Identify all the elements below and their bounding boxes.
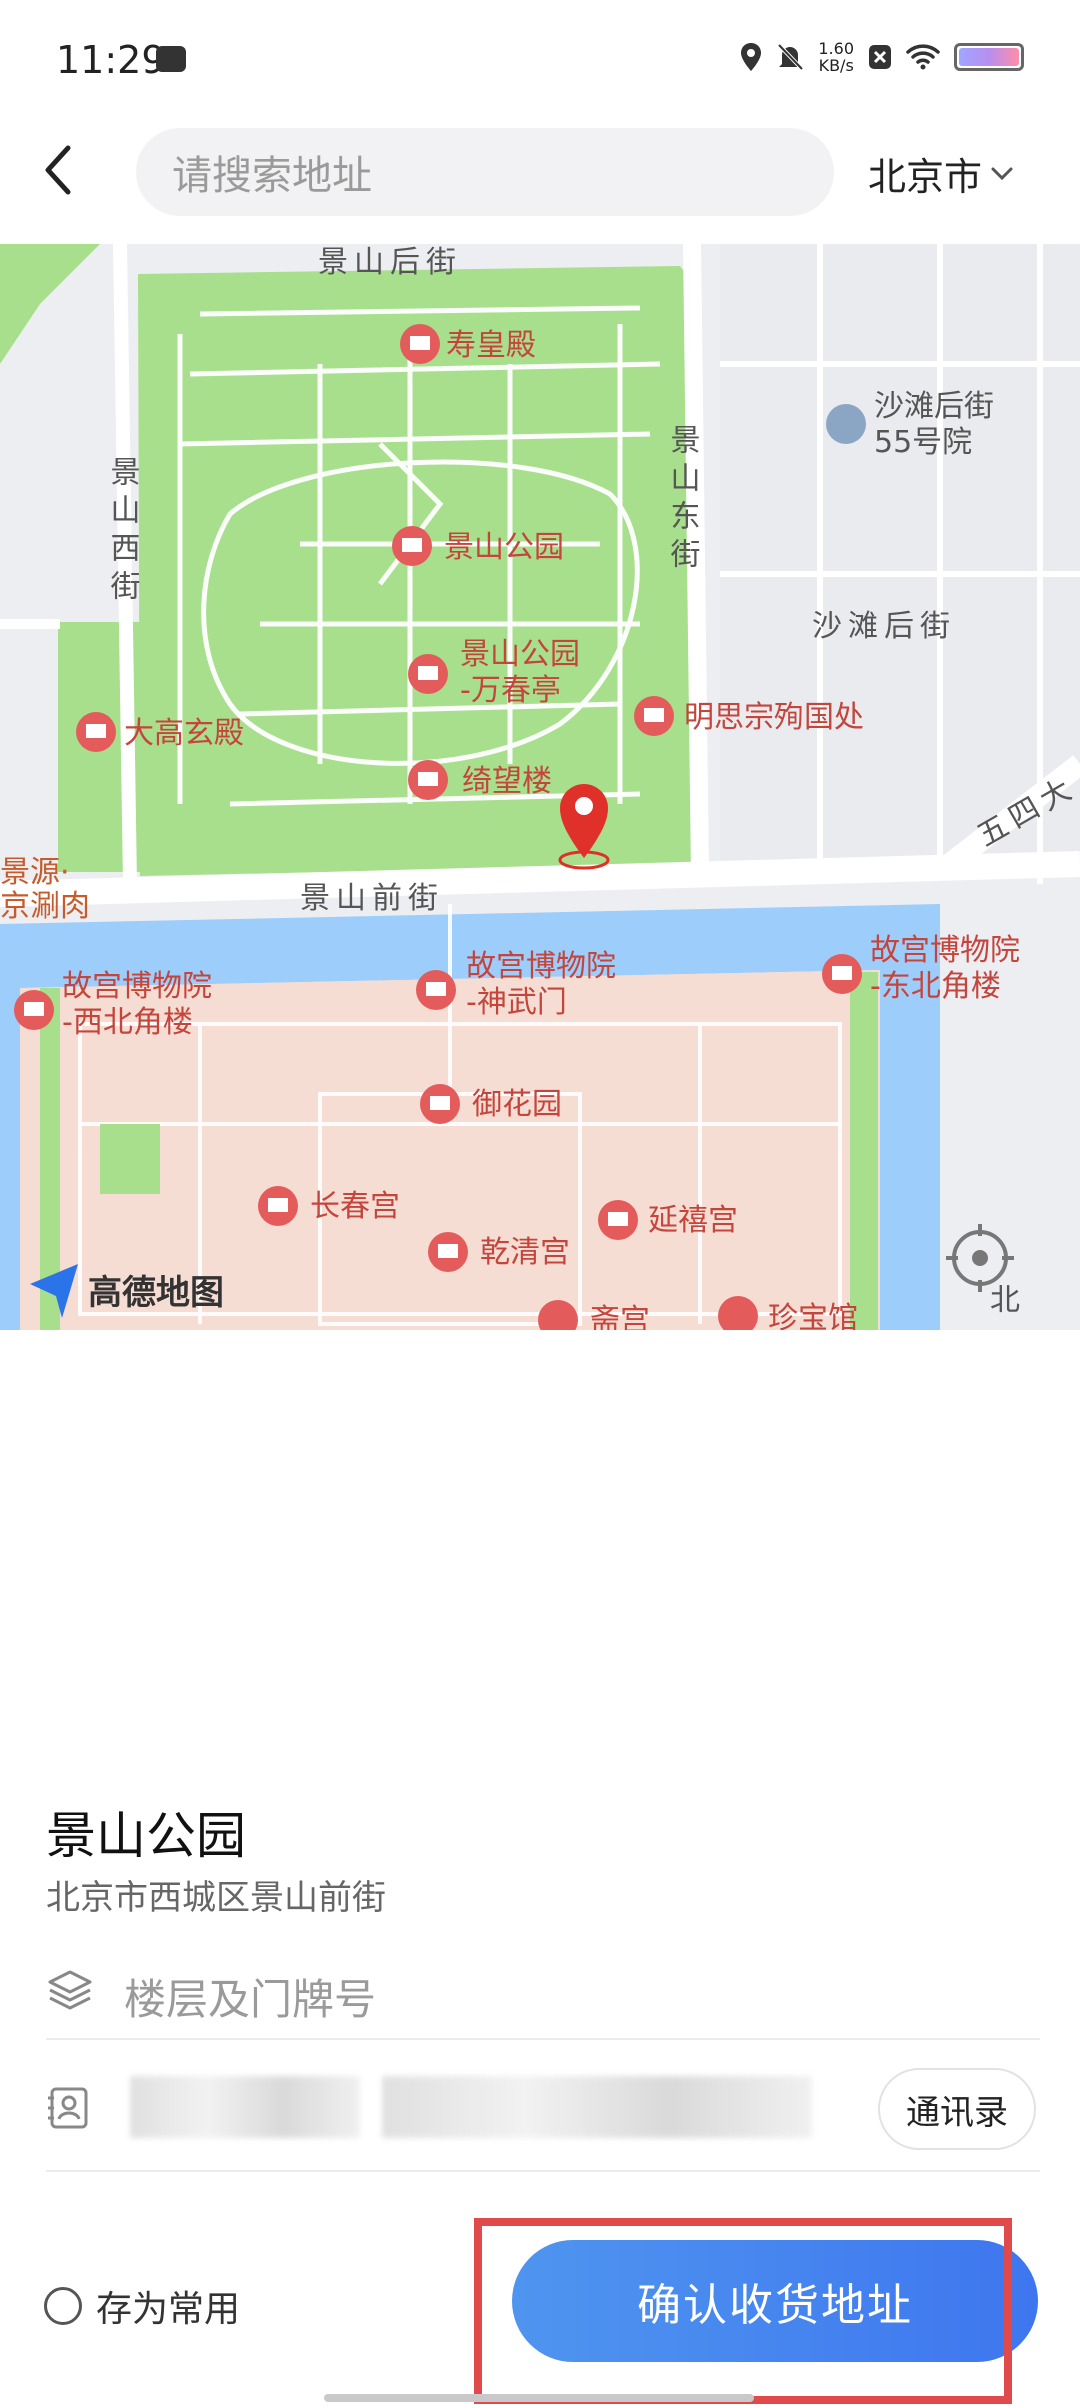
place-name: 景山公园 (46, 1807, 246, 1865)
poi-label: 景山公园 (444, 530, 564, 565)
poi-label: 御花园 (472, 1087, 562, 1122)
street-jingshan-xi: 景山西街 (105, 456, 141, 608)
save-radio[interactable] (44, 2287, 82, 2325)
network-speed: 1.60 KB/s (818, 40, 854, 74)
redacted-contact-name (130, 2076, 360, 2138)
save-as-favorite[interactable]: 存为常用 (44, 2280, 240, 2332)
status-icons: 1.60 KB/s (740, 40, 1024, 74)
layers-icon (48, 1970, 92, 2010)
status-time: 11:29 (56, 38, 166, 82)
message-icon (156, 46, 186, 72)
poi-label: 延禧宫 (648, 1203, 738, 1238)
amap-brand-text: 高德地图 (88, 1273, 224, 1313)
back-button[interactable] (38, 140, 108, 240)
poi-label: 故宫博物院 (466, 949, 616, 984)
poi-label: -神武门 (466, 985, 567, 1020)
contact-input-row[interactable]: 通讯录 (46, 2040, 1040, 2172)
poi-label: -万春亭 (460, 673, 561, 708)
city-selector[interactable]: 北京市 (868, 146, 1014, 201)
poi-yuhua[interactable]: 御花园 (420, 1084, 562, 1124)
street-jingshan-dong: 景山东街 (665, 424, 701, 576)
label-north: 北 (990, 1283, 1020, 1318)
mute-icon (777, 43, 804, 71)
poi-label: 长春宫 (310, 1189, 400, 1224)
chevron-left-icon (45, 145, 71, 195)
place-address: 北京市西城区景山前街 (46, 1878, 386, 1918)
redacted-contact-phone (382, 2076, 812, 2138)
search-input[interactable]: 请搜索地址 (136, 128, 834, 216)
speed-unit: KB/s (818, 56, 854, 75)
poi-zhaibu[interactable]: 斋宫 (538, 1300, 650, 1330)
map-view[interactable]: 景山后街 景山前街 沙滩后街 景源· 京涮肉 北 景山西街 景山东街 五四大 寿… (0, 244, 1080, 1330)
poi-label: -东北角楼 (870, 969, 1001, 1004)
poi-label: -西北角楼 (62, 1005, 193, 1040)
chevron-down-icon (991, 167, 1013, 180)
poi-label: 故宫博物院 (870, 933, 1020, 968)
poi-yanxi[interactable]: 延禧宫 (598, 1200, 738, 1240)
poi-label: 珍宝馆 (768, 1301, 858, 1330)
highlight-annotation (474, 2218, 1012, 2404)
street-shatan-hou: 沙滩后街 (812, 609, 956, 644)
poi-label: 斋宫 (590, 1303, 650, 1330)
contact-card-icon (48, 2087, 88, 2129)
poi-label: 景山公园 (460, 637, 580, 672)
search-placeholder: 请搜索地址 (172, 153, 372, 199)
city-label: 北京市 (868, 155, 983, 199)
floor-input[interactable]: 楼层及门牌号 (124, 1966, 376, 2027)
location-icon (741, 43, 762, 71)
contacts-button[interactable]: 通讯录 (878, 2068, 1036, 2150)
poi-label: 寿皇殿 (446, 328, 536, 363)
speed-value: 1.60 (818, 39, 854, 58)
poi-label: 故宫博物院 (62, 969, 212, 1004)
poi-label: 绮望楼 (462, 764, 552, 799)
poi-label: 55号院 (874, 425, 972, 460)
poi-zhenbao[interactable]: 珍宝馆 (718, 1296, 858, 1330)
label-jingyuan-2: 京涮肉 (0, 889, 90, 924)
poi-label: 大高玄殿 (124, 716, 244, 751)
street-jingshan-hou: 景山后街 (318, 245, 462, 280)
status-bar: 11:29 1.60 KB/s (0, 0, 1080, 120)
poi-changchun[interactable]: 长春宫 (258, 1186, 400, 1226)
poi-jingshan[interactable]: 景山公园 (392, 526, 564, 566)
poi-label: 沙滩后街 (874, 389, 994, 424)
header: 请搜索地址 北京市 (0, 120, 1080, 244)
sim-off-icon (869, 45, 891, 69)
poi-label: 乾清宫 (480, 1235, 570, 1270)
poi-dagao[interactable]: 大高玄殿 (76, 712, 244, 752)
save-label: 存为常用 (96, 2289, 241, 2330)
wifi-icon (906, 44, 940, 70)
location-pin-icon[interactable] (558, 784, 610, 870)
poi-qianqing[interactable]: 乾清宫 (428, 1232, 570, 1272)
poi-label: 明思宗殉国处 (684, 700, 864, 735)
poi-yiwang[interactable]: 绮望楼 (408, 760, 552, 800)
street-jingshan-qian: 景山前街 (300, 881, 444, 916)
battery-icon (954, 43, 1024, 71)
map-canvas: 景山后街 景山前街 沙滩后街 景源· 京涮肉 北 景山西街 景山东街 五四大 寿… (0, 244, 1080, 1330)
floor-input-row[interactable]: 楼层及门牌号 (46, 1944, 1040, 2040)
poi-shouhuang[interactable]: 寿皇殿 (400, 324, 536, 364)
label-jingyuan-1: 景源· (0, 855, 70, 890)
home-indicator[interactable] (324, 2394, 754, 2402)
